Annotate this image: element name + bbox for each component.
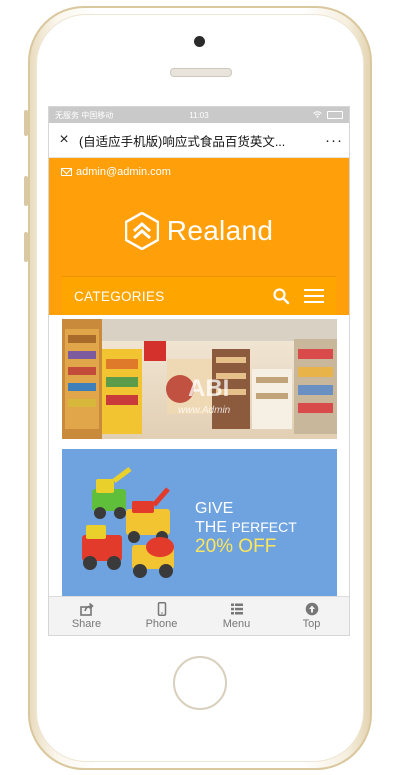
categories-bar[interactable]: CATEGORIES bbox=[62, 276, 336, 315]
nav-top[interactable]: Top bbox=[274, 597, 349, 635]
nav-phone-label: Phone bbox=[145, 618, 178, 630]
share-icon bbox=[79, 602, 94, 616]
home-button[interactable] bbox=[173, 656, 227, 710]
search-icon[interactable] bbox=[272, 287, 290, 305]
menu-grid-icon bbox=[230, 603, 243, 615]
phone-screen: 无服务 中国移动 11:03 × (自适应手机版)响应式食品百货英文... ··… bbox=[48, 106, 350, 636]
contact-email[interactable]: admin@admin.com bbox=[76, 166, 171, 178]
webview-title-bar: × (自适应手机版)响应式食品百货英文... ··· bbox=[49, 123, 349, 158]
nav-phone[interactable]: Phone bbox=[124, 597, 199, 635]
promo-discount: 20% OFF bbox=[195, 536, 277, 557]
nav-share-label: Share bbox=[71, 618, 102, 630]
bottom-nav: Share Phone Menu Top bbox=[49, 596, 349, 635]
nav-menu[interactable]: Menu bbox=[199, 597, 274, 635]
promo-line2-prefix: THE bbox=[195, 519, 232, 536]
toy-store-banner[interactable]: ABI www.Admin bbox=[62, 319, 337, 439]
site-header: admin@admin.com Realand CATEGORIES bbox=[49, 158, 349, 315]
close-button[interactable]: × bbox=[49, 131, 79, 149]
nav-menu-label: Menu bbox=[222, 618, 251, 630]
watermark-text: ABI bbox=[188, 375, 229, 402]
phone-icon bbox=[157, 602, 166, 616]
logo-hexagon-icon bbox=[124, 212, 159, 250]
nav-top-label: Top bbox=[302, 618, 321, 630]
promo-copy: GIVE THE PERFECT 20% OFF bbox=[195, 499, 297, 556]
promo-line2-suffix: PERFECT bbox=[231, 519, 297, 535]
brand-name: Realand bbox=[166, 215, 274, 246]
mail-icon bbox=[61, 168, 72, 176]
volume-down-button bbox=[24, 232, 28, 262]
more-options-button[interactable]: ··· bbox=[319, 132, 349, 149]
front-camera bbox=[194, 36, 205, 47]
volume-up-button bbox=[24, 176, 28, 206]
status-time: 11:03 bbox=[189, 110, 209, 120]
store-interior-image: ABI www.Admin bbox=[62, 319, 337, 439]
watermark-url: www.Admin bbox=[178, 405, 231, 416]
main-content: ABI www.Admin GIVE THE PERFECT 20% OFF bbox=[49, 315, 349, 599]
contact-bar: admin@admin.com bbox=[49, 158, 349, 186]
categories-label[interactable]: CATEGORIES bbox=[74, 289, 272, 304]
arrow-up-circle-icon bbox=[305, 602, 318, 616]
site-logo[interactable]: Realand bbox=[49, 186, 349, 276]
mute-switch bbox=[24, 110, 28, 136]
promo-line1: GIVE bbox=[195, 500, 234, 517]
status-bar: 无服务 中国移动 11:03 bbox=[49, 107, 349, 123]
page-title: (自适应手机版)响应式食品百货英文... bbox=[79, 134, 286, 149]
toy-trucks-image bbox=[82, 467, 174, 578]
nav-share[interactable]: Share bbox=[49, 597, 124, 635]
promo-banner[interactable]: GIVE THE PERFECT 20% OFF bbox=[62, 449, 337, 599]
hamburger-menu-icon[interactable] bbox=[304, 289, 324, 303]
banner-spacer bbox=[62, 439, 336, 449]
earpiece-speaker bbox=[170, 68, 232, 77]
